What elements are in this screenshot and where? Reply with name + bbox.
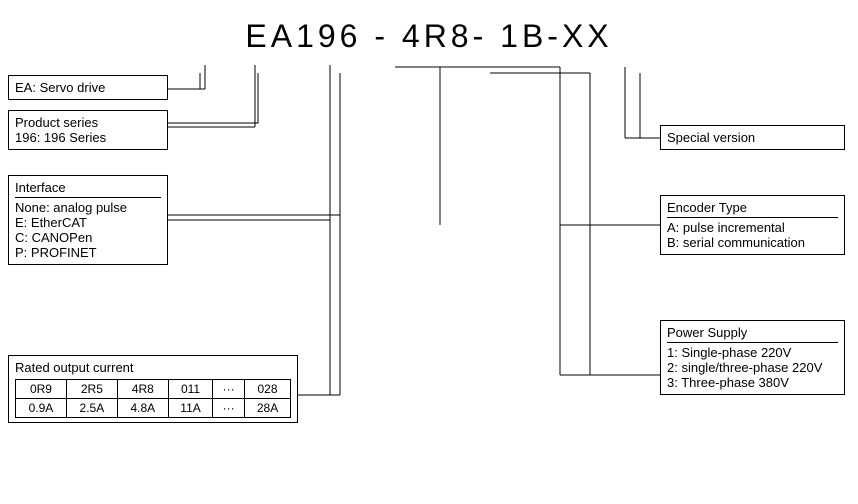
encoder-item-0: A: pulse incremental [667, 220, 838, 235]
rated-val-1: 2.5A [66, 399, 117, 418]
rated-col-3: 011 [168, 380, 213, 399]
interface-item-1: E: EtherCAT [15, 215, 161, 230]
rated-val-2: 4.8A [117, 399, 168, 418]
rated-box: Rated output current 0R9 2R5 4R8 011 ···… [8, 355, 298, 423]
special-label: Special version [667, 130, 755, 145]
encoder-item-1: B: serial communication [667, 235, 838, 250]
rated-table: 0R9 2R5 4R8 011 ··· 028 0.9A 2.5A 4.8A 1… [15, 379, 291, 418]
rated-col-1: 2R5 [66, 380, 117, 399]
interface-divider [15, 197, 161, 198]
product-box: Product series 196: 196 Series [8, 110, 168, 150]
interface-item-3: P: PROFINET [15, 245, 161, 260]
encoder-divider [667, 217, 838, 218]
encoder-box: Encoder Type A: pulse incremental B: ser… [660, 195, 845, 255]
rated-table-row-vals: 0.9A 2.5A 4.8A 11A ··· 28A [16, 399, 291, 418]
interface-box: Interface None: analog pulse E: EtherCAT… [8, 175, 168, 265]
power-divider [667, 342, 838, 343]
rated-header: Rated output current [15, 360, 291, 375]
rated-table-row-cols: 0R9 2R5 4R8 011 ··· 028 [16, 380, 291, 399]
interface-item-2: C: CANOPen [15, 230, 161, 245]
encoder-header: Encoder Type [667, 200, 838, 215]
rated-col-0: 0R9 [16, 380, 67, 399]
rated-val-0: 0.9A [16, 399, 67, 418]
power-item-0: 1: Single-phase 220V [667, 345, 838, 360]
power-item-1: 2: single/three-phase 220V [667, 360, 838, 375]
rated-val-5: 28A [245, 399, 291, 418]
interface-item-0: None: analog pulse [15, 200, 161, 215]
rated-col-4: ··· [213, 380, 245, 399]
interface-header: Interface [15, 180, 161, 195]
power-box: Power Supply 1: Single-phase 220V 2: sin… [660, 320, 845, 395]
power-item-2: 3: Three-phase 380V [667, 375, 838, 390]
product-line2: 196: 196 Series [15, 130, 161, 145]
power-header: Power Supply [667, 325, 838, 340]
product-line1: Product series [15, 115, 161, 130]
rated-val-3: 11A [168, 399, 213, 418]
ea-label: EA: Servo drive [15, 80, 105, 95]
page-title: EA196 - 4R8- 1B-XX [0, 0, 858, 65]
rated-col-5: 028 [245, 380, 291, 399]
rated-val-4: ··· [213, 399, 245, 418]
special-box: Special version [660, 125, 845, 150]
ea-box: EA: Servo drive [8, 75, 168, 100]
rated-col-2: 4R8 [117, 380, 168, 399]
